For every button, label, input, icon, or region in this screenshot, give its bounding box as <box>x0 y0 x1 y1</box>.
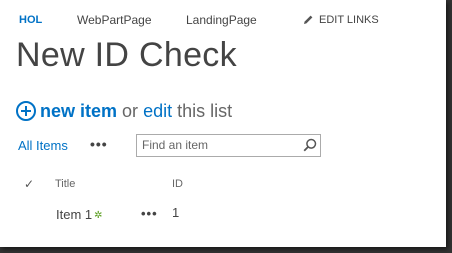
edit-list-link[interactable]: edit <box>143 101 172 121</box>
item-id: 1 <box>172 205 180 220</box>
new-item-link[interactable]: new item <box>40 101 117 121</box>
view-selector: All Items <box>18 138 68 153</box>
or-text: or <box>122 101 139 121</box>
add-icon[interactable] <box>16 101 36 121</box>
edit-links-button[interactable]: EDIT LINKS <box>303 14 379 26</box>
new-item-icon: ✲ <box>94 210 103 221</box>
top-navigation: HOL WebPartPage LandingPage EDIT LINKS <box>0 13 446 29</box>
search-input[interactable] <box>142 137 292 153</box>
item-title-text: Item 1 <box>56 207 93 222</box>
search-box <box>136 134 321 157</box>
app-frame: HOL WebPartPage LandingPage EDIT LINKS N… <box>0 0 446 247</box>
select-all-checkmark-icon[interactable]: ✓ <box>24 177 34 191</box>
column-header-title[interactable]: Title <box>55 178 75 190</box>
pencil-icon <box>304 15 313 24</box>
table-row[interactable]: Item 1 ✲ ••• 1 <box>0 205 446 225</box>
this-list-text: this list <box>177 101 233 121</box>
edit-links-label: EDIT LINKS <box>319 14 379 26</box>
more-views-button[interactable]: ••• <box>90 136 108 152</box>
nav-item-hol[interactable]: HOL <box>19 14 42 26</box>
item-title-link[interactable]: Item 1 ✲ <box>56 207 103 222</box>
nav-item-landingpage[interactable]: LandingPage <box>186 13 257 27</box>
search-icon[interactable] <box>303 138 317 152</box>
column-header-id[interactable]: ID <box>172 178 183 190</box>
view-all-items[interactable]: All Items <box>18 138 68 153</box>
new-item-bar: new item or edit this list <box>16 101 232 122</box>
page-title: New ID Check <box>16 36 237 74</box>
item-menu-button[interactable]: ••• <box>141 206 158 221</box>
nav-item-webpartpage[interactable]: WebPartPage <box>77 13 152 27</box>
